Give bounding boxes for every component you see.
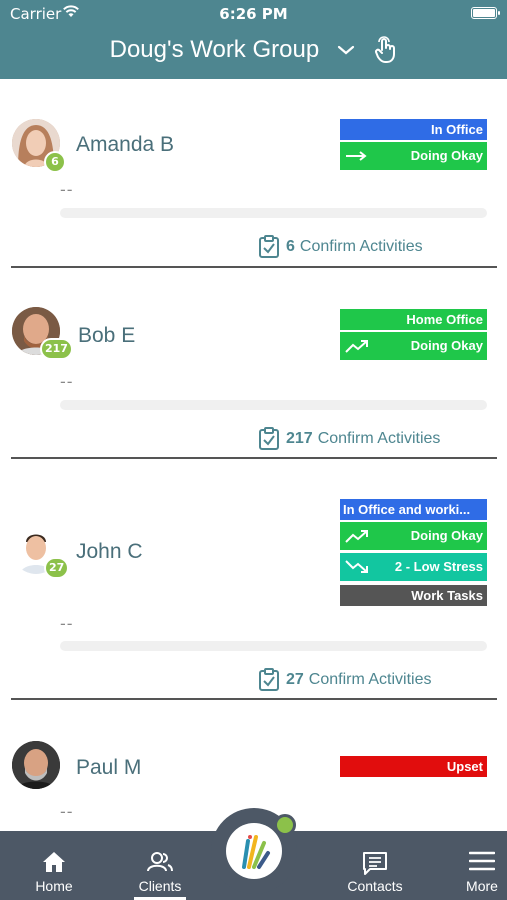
clipboard-check-icon [259,427,279,450]
users-icon [147,852,173,872]
card-divider [11,698,497,700]
activity-count-badge: 217 [40,338,73,360]
notification-dot [274,814,296,836]
confirm-activities-link[interactable]: 217 Confirm Activities [258,427,440,451]
trend-down-icon [345,560,368,573]
status-tag: Home Office [340,309,487,330]
client-note: -- [60,614,74,633]
client-card[interactable]: 217 Bob E Home Office Doing Okay -- 217 … [0,269,507,460]
status-tag: In Office [340,119,487,140]
client-name[interactable]: Paul M [76,756,141,780]
home-icon [43,852,65,872]
group-selector[interactable]: Doug's Work Group [0,36,507,70]
status-bar: Carrier 6:26 PM [0,0,507,28]
message-icon [363,852,387,875]
menu-icon [469,851,495,871]
touch-icon[interactable] [373,36,397,64]
battery-icon [471,7,500,19]
status-tag: In Office and worki... [340,499,487,520]
page-title: Doug's Work Group [109,36,320,63]
app-header: Carrier 6:26 PM Doug's Work Group [0,0,507,79]
clock: 6:26 PM [219,5,288,23]
client-name[interactable]: John C [76,540,143,564]
app-logo-icon [242,835,270,869]
activity-count-badge: 27 [44,557,70,579]
mood-tag: Doing Okay [340,522,487,550]
confirm-activities-link[interactable]: 6 Confirm Activities [258,235,423,259]
nav-contacts[interactable]: Contacts [340,831,410,900]
trend-up-icon [345,530,368,543]
mood-tag: Doing Okay [340,332,487,360]
trend-up-icon [345,340,368,353]
clipboard-check-icon [259,235,279,258]
progress-bar [60,400,487,410]
client-note: -- [60,372,74,391]
client-note: -- [60,802,74,821]
confirm-activities-link[interactable]: 27 Confirm Activities [258,668,432,692]
avatar [12,741,60,789]
clipboard-check-icon [259,668,279,691]
progress-bar [60,208,487,218]
activity-count-badge: 6 [44,151,66,173]
card-divider [11,266,497,268]
task-tag: Work Tasks [340,585,487,606]
progress-bar [60,641,487,651]
client-card[interactable]: 27 John C In Office and worki... Doing O… [0,460,507,701]
stress-tag: 2 - Low Stress [340,553,487,581]
mood-tag: Doing Okay [340,142,487,170]
nav-more[interactable]: More [460,831,504,900]
arrow-right-icon [346,151,367,161]
nav-home[interactable]: Home [24,831,84,900]
client-card[interactable]: 6 Amanda B In Office Doing Okay -- 6 Con… [0,79,507,269]
client-name[interactable]: Amanda B [76,133,174,157]
card-divider [11,457,497,459]
client-name[interactable]: Bob E [78,324,135,348]
client-note: -- [60,180,74,199]
nav-clients[interactable]: Clients [134,831,186,900]
chevron-down-icon[interactable] [336,43,356,57]
mood-tag: Upset [340,756,487,777]
